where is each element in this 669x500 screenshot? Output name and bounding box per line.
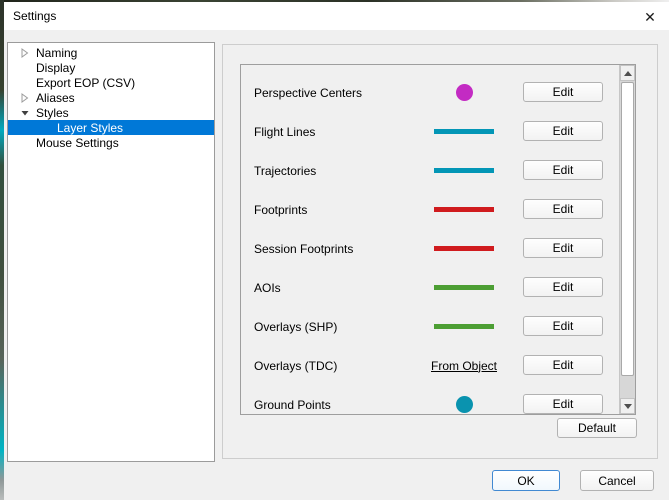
from-object-link[interactable]: From Object	[431, 359, 497, 373]
up-arrow-icon	[624, 71, 632, 76]
style-swatch	[434, 73, 494, 112]
tree-item-aliases[interactable]: Aliases	[8, 90, 214, 105]
tree-item-label: Export EOP (CSV)	[36, 76, 135, 90]
style-swatch	[434, 190, 494, 229]
tree-item-label: Naming	[36, 46, 77, 60]
layer-style-row-overlays-shp: Overlays (SHP) Edit	[241, 307, 619, 346]
edit-button[interactable]: Edit	[523, 316, 603, 336]
edit-button[interactable]: Edit	[523, 121, 603, 141]
layer-style-row-ground-points: Ground Points Edit	[241, 385, 619, 415]
titlebar: Settings ✕	[4, 2, 669, 30]
style-swatch	[434, 385, 494, 415]
tree-item-label: Display	[36, 61, 75, 75]
layer-style-label: Flight Lines	[254, 125, 315, 139]
layer-style-label: Perspective Centers	[254, 86, 362, 100]
style-swatch	[434, 307, 494, 346]
color-swatch-circle	[456, 396, 473, 413]
layer-style-row-overlays-tdc: Overlays (TDC) From Object Edit	[241, 346, 619, 385]
style-swatch	[434, 229, 494, 268]
edit-button[interactable]: Edit	[523, 82, 603, 102]
style-swatch: From Object	[434, 346, 494, 385]
color-swatch-line	[434, 285, 494, 290]
layer-style-label: Session Footprints	[254, 242, 353, 256]
settings-tree: Naming Display Export EOP (CSV)	[7, 42, 215, 462]
color-swatch-line	[434, 129, 494, 134]
color-swatch-line	[434, 207, 494, 212]
scrollbar-down-icon[interactable]	[620, 398, 635, 414]
layer-style-label: Overlays (SHP)	[254, 320, 337, 334]
ok-button[interactable]: OK	[492, 470, 560, 491]
expander-icon[interactable]	[20, 48, 30, 58]
layer-style-label: AOIs	[254, 281, 281, 295]
close-icon[interactable]: ✕	[638, 6, 662, 28]
edit-button[interactable]: Edit	[523, 238, 603, 258]
tree-item-mouse-settings[interactable]: Mouse Settings	[8, 135, 214, 150]
scrollbar-up-icon[interactable]	[620, 65, 635, 81]
tree-item-label: Layer Styles	[57, 121, 123, 135]
tree-item-display[interactable]: Display	[8, 60, 214, 75]
style-swatch	[434, 151, 494, 190]
tree-item-naming[interactable]: Naming	[8, 45, 214, 60]
edit-button[interactable]: Edit	[523, 277, 603, 297]
color-swatch-line	[434, 168, 494, 173]
tree-item-layer-styles[interactable]: Layer Styles	[8, 120, 214, 135]
tree-item-styles[interactable]: Styles	[8, 105, 214, 120]
style-swatch	[434, 112, 494, 151]
tree-item-label: Mouse Settings	[36, 136, 119, 150]
layer-styles-scroll-area: Perspective Centers Edit Flight Lines Ed…	[240, 64, 636, 415]
layer-style-label: Trajectories	[254, 164, 316, 178]
desktop-background-edge-left	[0, 0, 4, 500]
layer-style-label: Overlays (TDC)	[254, 359, 337, 373]
color-swatch-circle	[456, 84, 473, 101]
expander-icon[interactable]	[41, 123, 51, 133]
vertical-scrollbar[interactable]	[619, 65, 635, 414]
expander-icon[interactable]	[20, 138, 30, 148]
tree-item-export-eop-csv[interactable]: Export EOP (CSV)	[8, 75, 214, 90]
cancel-button[interactable]: Cancel	[580, 470, 654, 491]
edit-button[interactable]: Edit	[523, 160, 603, 180]
color-swatch-line	[434, 324, 494, 329]
edit-button[interactable]: Edit	[523, 394, 603, 414]
edit-button[interactable]: Edit	[523, 199, 603, 219]
layer-style-row-session-footprints: Session Footprints Edit	[241, 229, 619, 268]
scrollbar-thumb[interactable]	[621, 82, 634, 376]
layer-style-row-perspective-centers: Perspective Centers Edit	[241, 73, 619, 112]
layer-style-row-trajectories: Trajectories Edit	[241, 151, 619, 190]
layer-style-rows: Perspective Centers Edit Flight Lines Ed…	[241, 73, 619, 415]
layer-style-label: Footprints	[254, 203, 307, 217]
layer-style-label: Ground Points	[254, 398, 331, 412]
down-arrow-icon	[624, 404, 632, 409]
default-button[interactable]: Default	[557, 418, 637, 438]
expander-icon[interactable]	[20, 93, 30, 103]
layer-style-row-footprints: Footprints Edit	[241, 190, 619, 229]
tree-item-label: Aliases	[36, 91, 75, 105]
layer-style-row-aois: AOIs Edit	[241, 268, 619, 307]
expander-icon[interactable]	[20, 63, 30, 73]
tree-item-label: Styles	[36, 106, 69, 120]
window-title: Settings	[13, 9, 56, 23]
expander-icon[interactable]	[20, 78, 30, 88]
color-swatch-line	[434, 246, 494, 251]
style-swatch	[434, 268, 494, 307]
layer-style-row-flight-lines: Flight Lines Edit	[241, 112, 619, 151]
expander-icon[interactable]	[20, 108, 30, 118]
edit-button[interactable]: Edit	[523, 355, 603, 375]
